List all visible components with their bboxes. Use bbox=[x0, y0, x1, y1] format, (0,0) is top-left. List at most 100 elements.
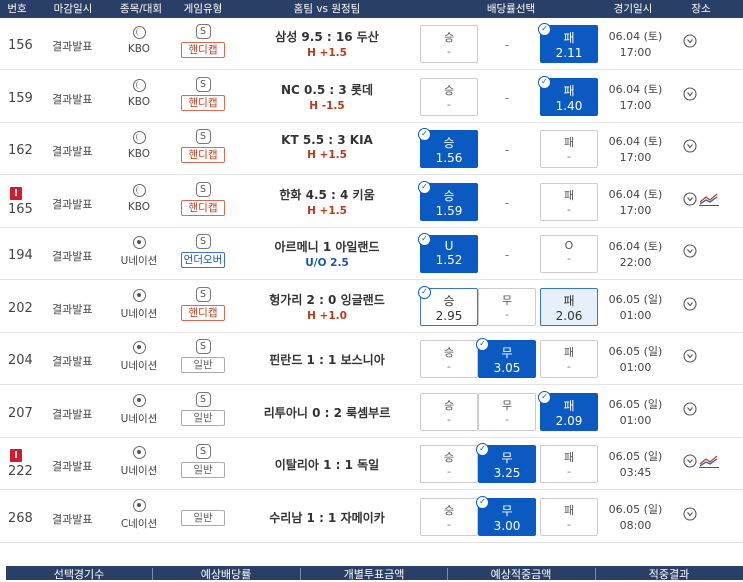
odds-button[interactable]: ✓ 패 2.09 bbox=[538, 390, 598, 431]
location-pin-icon[interactable] bbox=[683, 244, 697, 258]
match-datetime: 06.05 (일) 01:00 bbox=[598, 397, 673, 429]
odds-value: - bbox=[447, 412, 451, 426]
odds-button[interactable]: 승 - bbox=[420, 497, 478, 536]
venue bbox=[683, 296, 697, 314]
odds-button[interactable]: ✓ 무 3.05 bbox=[476, 338, 536, 378]
match-number: 202 bbox=[8, 300, 33, 316]
alert-icon: ! bbox=[10, 186, 22, 200]
odds-value: 2.09 bbox=[555, 413, 583, 428]
game-type-tag: 핸디캡 bbox=[181, 94, 225, 111]
table-row: 194 결과발표 U네이션 S 언더오버 아르메니 1 아일랜드 U/O 2.5 ✓ U … bbox=[0, 228, 743, 280]
match-number: 159 bbox=[8, 90, 33, 106]
check-icon: ✓ bbox=[476, 443, 489, 456]
location-pin-icon[interactable] bbox=[683, 454, 697, 468]
check-icon: ✓ bbox=[418, 233, 431, 246]
odds-button[interactable]: ✓ 무 3.00 bbox=[476, 495, 536, 536]
location-pin-icon[interactable] bbox=[683, 34, 697, 48]
location-pin-icon[interactable] bbox=[683, 191, 697, 206]
odds-button[interactable]: 패 - bbox=[540, 340, 598, 378]
venue bbox=[683, 139, 697, 156]
odds-label: 패 bbox=[563, 503, 575, 517]
match-time: 01:00 bbox=[619, 413, 652, 427]
soccer-icon bbox=[132, 288, 146, 302]
odds-button[interactable]: 승 - bbox=[420, 77, 478, 116]
odds-label: O bbox=[564, 239, 574, 252]
game-type-tag: 핸디캡 bbox=[181, 42, 225, 58]
odds-button[interactable]: 패 - bbox=[540, 130, 598, 168]
odds-button[interactable]: ✓ U 1.52 bbox=[418, 233, 478, 273]
header-game-type: 게임유형 bbox=[183, 3, 223, 15]
odds-label: 패 bbox=[563, 451, 575, 464]
odds-value: - bbox=[447, 97, 451, 111]
match-time: 01:00 bbox=[619, 308, 652, 322]
teams-score: 한화 4.5 : 4 키움 bbox=[279, 187, 375, 202]
location-pin-icon[interactable] bbox=[683, 349, 697, 363]
baseball-icon bbox=[132, 78, 146, 92]
location-pin-icon[interactable] bbox=[683, 506, 697, 521]
odds-button[interactable]: 무 - bbox=[478, 392, 536, 431]
odds-button[interactable]: 패 - bbox=[540, 445, 598, 483]
soccer-icon bbox=[132, 446, 146, 459]
location-pin-icon[interactable] bbox=[683, 401, 697, 416]
special-icon: S bbox=[195, 234, 211, 249]
odds-button[interactable]: 승 - bbox=[420, 25, 478, 63]
odds-button[interactable]: ✓ 패 2.11 bbox=[538, 23, 598, 63]
league-label: KBO bbox=[127, 200, 151, 213]
special-icon: S bbox=[195, 129, 211, 144]
odds-button[interactable]: ✓ 승 1.56 bbox=[418, 128, 478, 168]
odds-button[interactable]: 패 - bbox=[540, 497, 598, 536]
odds-label: 패 bbox=[563, 346, 575, 359]
game-type-tag: 핸디캡 bbox=[181, 199, 225, 216]
game-type-tag: 일반 bbox=[181, 509, 225, 526]
venue bbox=[683, 191, 719, 209]
odds-button[interactable]: ✓ 패 1.40 bbox=[538, 75, 598, 116]
trend-chart-icon[interactable] bbox=[699, 454, 719, 468]
match-number: 222 bbox=[8, 464, 33, 479]
odds-button[interactable]: 패 2.06 bbox=[540, 287, 598, 326]
match-datetime: 06.04 (토) 17:00 bbox=[598, 29, 673, 61]
soccer-icon bbox=[132, 393, 146, 407]
odds-button[interactable]: O - bbox=[540, 235, 598, 273]
odds-button[interactable]: 무 - bbox=[478, 287, 536, 326]
odds-button[interactable]: 승 - bbox=[420, 392, 478, 431]
match-teams: 헝가리 2 : 0 잉글랜드 H +1.0 bbox=[252, 291, 402, 322]
footer-divider bbox=[595, 568, 596, 580]
odds-button[interactable]: ✓ 승 1.59 bbox=[418, 180, 478, 221]
sport-league: U네이션 bbox=[118, 393, 160, 426]
sport-league: U네이션 bbox=[118, 236, 160, 268]
teams-score: 헝가리 2 : 0 잉글랜드 bbox=[269, 292, 385, 307]
odds-button[interactable]: ✓ 무 3.25 bbox=[476, 443, 536, 483]
odds-value: - bbox=[447, 360, 451, 373]
sport-league: KBO bbox=[118, 131, 160, 160]
trend-chart-icon[interactable] bbox=[699, 192, 719, 206]
odds-value: - bbox=[447, 45, 451, 58]
match-date: 06.04 (토) bbox=[608, 240, 663, 253]
footer-divider bbox=[447, 568, 448, 580]
table-row: 162 결과발표 KBO S 핸디캡 KT 5.5 : 3 KIA H +1.5 ✓ 승 … bbox=[0, 123, 743, 175]
location-pin-icon[interactable] bbox=[683, 296, 697, 311]
odds-unavailable: - bbox=[504, 248, 510, 262]
location-pin-icon[interactable] bbox=[683, 139, 697, 153]
game-type-tag: 일반 bbox=[181, 409, 225, 426]
location-pin-icon[interactable] bbox=[683, 86, 697, 101]
odds-value: - bbox=[505, 412, 509, 426]
match-status: 결과발표 bbox=[52, 197, 93, 211]
game-type: S 핸디캡 bbox=[180, 129, 226, 163]
game-type: S 일반 bbox=[180, 391, 226, 426]
odds-label: 패 bbox=[563, 293, 575, 308]
teams-score: 이탈리아 1 : 1 독일 bbox=[274, 458, 380, 472]
match-teams: 삼성 9.5 : 16 두산 H +1.5 bbox=[252, 28, 402, 59]
odds-unavailable: - bbox=[504, 143, 510, 157]
header-odds: 배당률선택 bbox=[486, 3, 536, 15]
teams-score: 핀란드 1 : 1 보스니아 bbox=[269, 353, 385, 367]
table-row: 207 결과발표 U네이션 S 일반 리투아니 0 : 2 룩셈부르 승 - 무 - … bbox=[0, 386, 743, 438]
odds-button[interactable]: ✓ 승 2.95 bbox=[418, 285, 478, 326]
game-type: S 핸디캡 bbox=[180, 286, 226, 321]
special-icon: S bbox=[195, 444, 211, 459]
odds-button[interactable]: 패 - bbox=[540, 182, 598, 221]
odds-button[interactable]: 승 - bbox=[420, 445, 478, 483]
check-icon: ✓ bbox=[476, 338, 489, 351]
odds-button[interactable]: 승 - bbox=[420, 340, 478, 378]
match-time: 17:00 bbox=[619, 98, 652, 112]
game-type: S 일반 bbox=[180, 339, 226, 373]
